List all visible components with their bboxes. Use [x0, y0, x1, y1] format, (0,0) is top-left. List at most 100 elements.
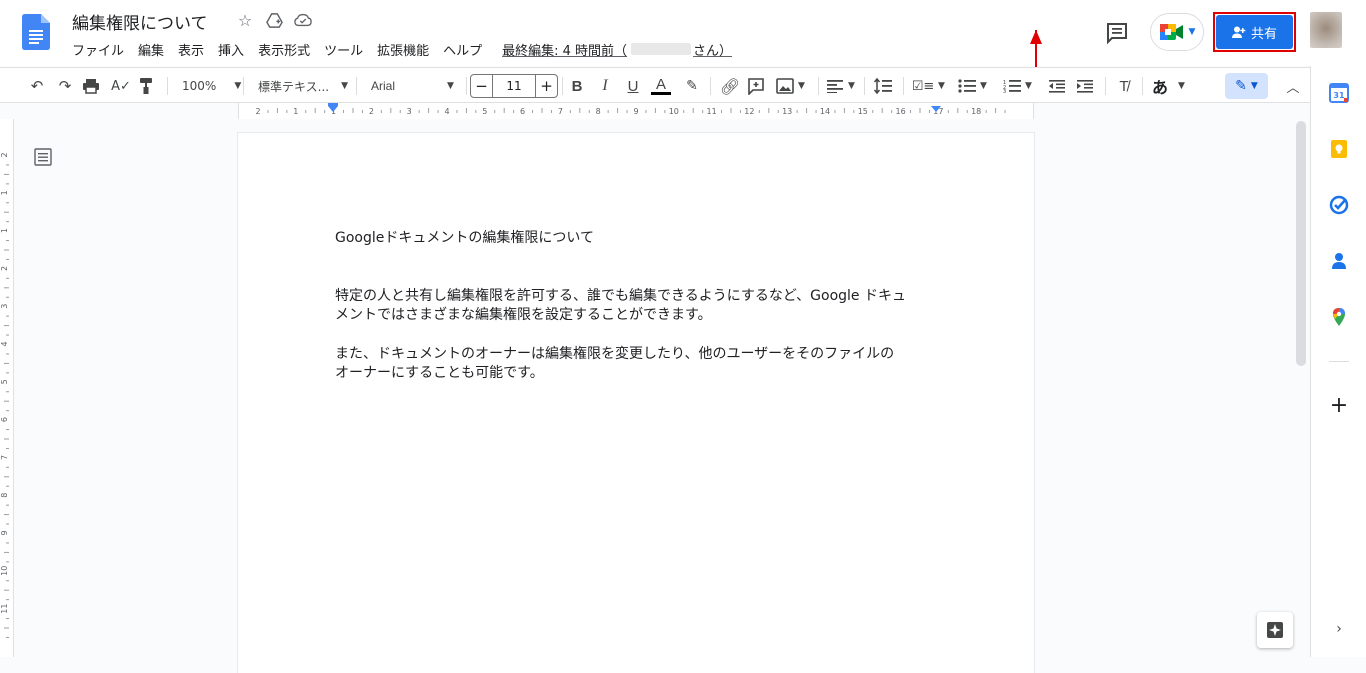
align-icon[interactable]: ▼: [826, 75, 855, 97]
doc-para1-line2[interactable]: メントではさまざまな編集権限を設定することができます。: [335, 306, 712, 325]
paragraph-style-value: 標準テキス...: [258, 79, 330, 94]
ruler-tick: [343, 110, 345, 113]
ruler-tick: [985, 110, 987, 113]
clear-formatting-icon[interactable]: T̸: [1113, 75, 1135, 97]
line-spacing-icon[interactable]: [873, 75, 893, 97]
ruler-label: 1: [293, 107, 298, 116]
doc-para1-line1[interactable]: 特定の人と共有し編集権限を許可する、誰でも編集できるようにするなど、Google…: [335, 287, 906, 306]
document-title[interactable]: 編集権限について: [72, 9, 208, 34]
vertical-ruler-tick: [4, 438, 9, 440]
menu-tools[interactable]: ツール: [324, 40, 363, 59]
decrease-font-size-button[interactable]: −: [471, 75, 493, 97]
undo-icon[interactable]: ↶: [26, 75, 48, 97]
font-family-select[interactable]: Arial ▼: [371, 75, 454, 97]
share-highlight-box: 共有: [1213, 12, 1296, 52]
font-size-input[interactable]: 11: [493, 75, 535, 97]
insert-image-icon[interactable]: ▼: [776, 75, 805, 97]
comment-history-icon[interactable]: [1103, 18, 1131, 46]
maps-icon[interactable]: [1329, 307, 1349, 327]
caret-down-icon: ▼: [980, 81, 987, 91]
menu-insert[interactable]: 挿入: [218, 40, 244, 59]
menu-file[interactable]: ファイル: [72, 40, 124, 59]
menu-edit[interactable]: 編集: [138, 40, 164, 59]
bulleted-list-icon[interactable]: ▼: [958, 75, 987, 97]
vertical-ruler-tick: [6, 599, 9, 601]
vertical-ruler-label: 2: [0, 266, 9, 271]
toolbar-divider: [903, 77, 904, 95]
doc-heading[interactable]: Googleドキュメントの編集権限について: [335, 229, 594, 248]
doc-para2-line1[interactable]: また、ドキュメントのオーナーは編集権限を変更したり、他のユーザーをそのファイルの: [335, 345, 894, 364]
menu-format[interactable]: 表示形式: [258, 40, 310, 59]
move-to-drive-icon[interactable]: [264, 10, 284, 30]
contacts-icon[interactable]: [1329, 251, 1349, 271]
checklist-icon[interactable]: ☑︎≡ ▼: [912, 75, 945, 97]
menu-help[interactable]: ヘルプ: [443, 40, 482, 59]
menu-view[interactable]: 表示: [178, 40, 204, 59]
keep-icon[interactable]: [1329, 139, 1349, 159]
paragraph-style-select[interactable]: 標準テキス... ▼: [258, 75, 348, 97]
docs-logo-icon[interactable]: [22, 14, 50, 50]
tasks-icon[interactable]: [1329, 195, 1349, 215]
paint-format-icon[interactable]: [138, 75, 154, 97]
ruler-tick: [579, 108, 581, 113]
print-icon[interactable]: [82, 75, 100, 97]
input-tools-select[interactable]: あ ▼: [1152, 75, 1185, 97]
vertical-ruler-label: 8: [0, 493, 9, 498]
svg-text:31: 31: [1333, 91, 1345, 100]
hide-menus-icon[interactable]: ︿: [1282, 75, 1304, 97]
add-comment-icon[interactable]: [747, 75, 765, 97]
highlight-color-icon[interactable]: ✎: [681, 75, 703, 97]
ruler-tick: [626, 110, 628, 113]
ruler-tick: [352, 108, 354, 113]
numbered-list-icon[interactable]: 123 ▼: [1003, 75, 1032, 97]
ruler-tick: [853, 110, 855, 113]
vertical-ruler-label: 10: [0, 566, 9, 576]
ruler-tick: [494, 110, 496, 113]
meet-button[interactable]: ▼: [1150, 13, 1204, 51]
ruler-tick: [645, 110, 647, 113]
decrease-indent-icon[interactable]: [1048, 75, 1066, 97]
vertical-ruler-label: 5: [0, 379, 9, 384]
ruler-tick: [380, 110, 382, 113]
vertical-ruler-label: 2: [0, 152, 9, 157]
ruler-tick: [834, 110, 836, 113]
star-icon[interactable]: ☆: [235, 10, 255, 30]
vertical-scrollbar[interactable]: [1296, 121, 1306, 366]
add-addon-icon[interactable]: +: [1329, 395, 1349, 417]
last-edit-link[interactable]: 最終編集: 4 時間前（ さん）: [502, 40, 732, 59]
menu-extensions[interactable]: 拡張機能: [377, 40, 429, 59]
explore-button[interactable]: [1257, 612, 1293, 648]
cloud-saved-icon[interactable]: [293, 10, 313, 30]
zoom-select[interactable]: 100% ▼: [182, 75, 241, 97]
ruler-tick: [465, 108, 467, 113]
ruler-tick: [305, 110, 307, 113]
insert-link-icon[interactable]: 🔗︎: [719, 75, 741, 97]
ruler-tick: [928, 110, 930, 113]
underline-icon[interactable]: U: [622, 75, 644, 97]
ruler-label: 14: [820, 107, 830, 116]
vertical-ruler-label: 3: [0, 304, 9, 309]
first-line-indent-marker[interactable]: [328, 103, 338, 106]
left-indent-marker[interactable]: [328, 106, 338, 112]
document-page[interactable]: Googleドキュメントの編集権限について 特定の人と共有し編集権限を許可する、…: [238, 133, 1034, 673]
increase-font-size-button[interactable]: +: [535, 75, 557, 97]
redo-icon[interactable]: ↷: [54, 75, 76, 97]
italic-icon[interactable]: I: [594, 75, 616, 97]
spellcheck-icon[interactable]: A✓: [110, 75, 132, 97]
share-button[interactable]: 共有: [1216, 15, 1293, 49]
avatar[interactable]: [1310, 12, 1342, 48]
text-color-icon[interactable]: A: [650, 75, 672, 97]
increase-indent-icon[interactable]: [1076, 75, 1094, 97]
bold-icon[interactable]: B: [566, 75, 588, 97]
chevron-right-icon[interactable]: ›: [1329, 619, 1349, 639]
vertical-ruler-tick: [4, 362, 9, 364]
horizontal-ruler: 2 1 1 2 3 4 5 6 7 8 9 10 11 12 13 14 15 16 17 18: [0, 103, 1310, 119]
editing-mode-button[interactable]: ✎ ▼: [1225, 73, 1268, 99]
vertical-ruler-tick: [4, 514, 9, 516]
calendar-icon[interactable]: 31: [1329, 83, 1349, 103]
ruler-tick: [881, 108, 883, 113]
document-outline-icon[interactable]: [34, 148, 52, 166]
doc-para2-line2[interactable]: オーナーにすることも可能です。: [335, 364, 544, 383]
toolbar-divider: [356, 77, 357, 95]
title-icons: ☆: [235, 10, 313, 30]
